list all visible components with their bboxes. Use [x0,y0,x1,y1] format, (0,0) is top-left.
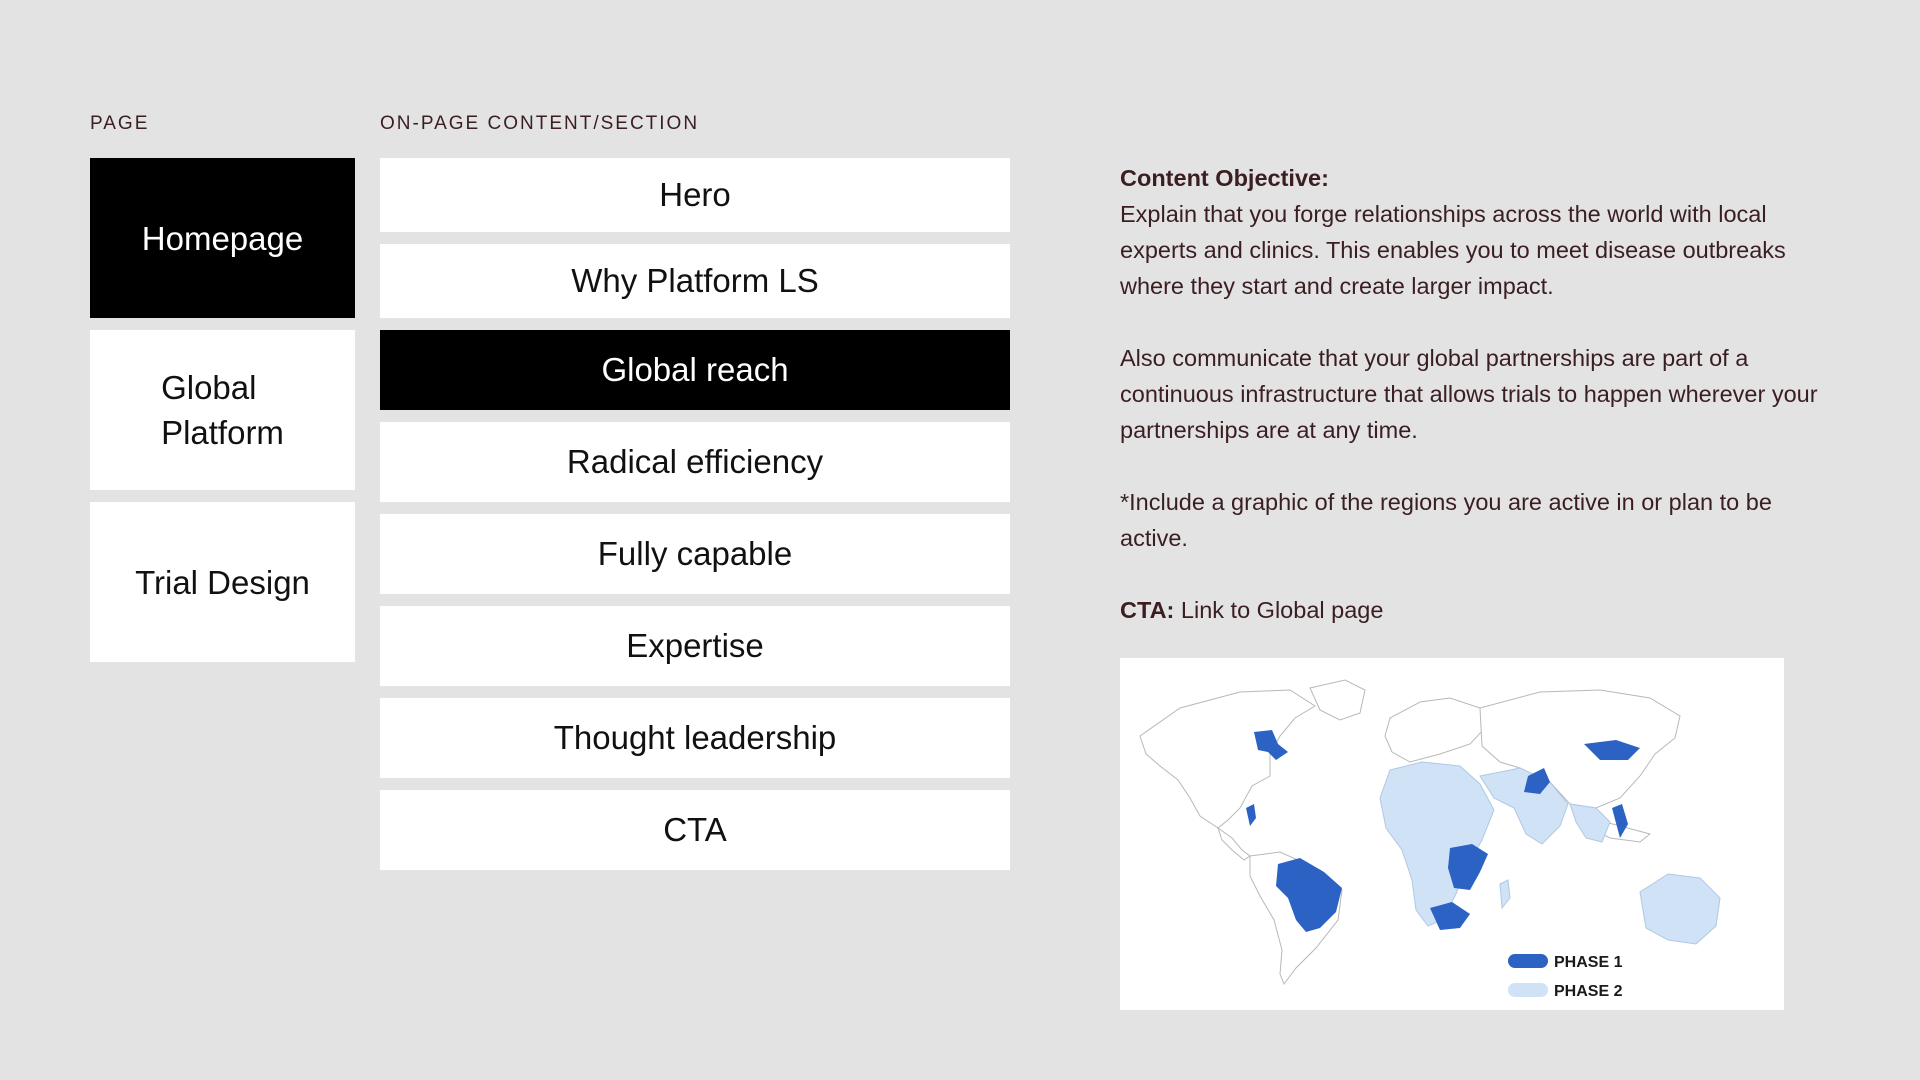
page-card-label: Homepage [141,219,304,257]
australia-phase-2 [1639,873,1721,945]
cta-label: CTA: [1120,597,1175,623]
section-global-reach[interactable]: Global reach [380,330,1010,410]
central-africa-phase-1 [1448,844,1488,890]
section-cta[interactable]: CTA [380,790,1010,870]
legend-label-phase-1: PHASE 1 [1554,954,1623,971]
section-label: Fully capable [597,535,793,572]
southeast-asia-phase-2 [1569,803,1611,843]
objective-paragraph-1: Explain that you forge relationships acr… [1120,201,1786,299]
madagascar-phase-2 [1499,879,1511,910]
greenland-outline [1309,679,1366,721]
legend-swatch-phase-2 [1508,983,1548,997]
section-thought-leadership[interactable]: Thought leadership [380,698,1010,778]
legend-label-phase-2: PHASE 2 [1554,983,1623,1000]
africa-phase-2 [1379,761,1495,927]
caribbean-phase-1 [1246,804,1256,826]
page-column-heading: PAGE [90,113,150,134]
section-label: Why Platform LS [571,262,819,299]
central-america-outline [1217,826,1251,861]
cta-text: Link to Global page [1174,597,1384,623]
page-card-homepage[interactable]: Homepage [90,158,355,318]
world-map: PHASE 1 PHASE 2 [1139,679,1721,1000]
section-expertise[interactable]: Expertise [380,606,1010,686]
section-column-heading: ON-PAGE CONTENT/SECTION [380,113,700,134]
world-map-graphic: PHASE 1 PHASE 2 [1120,658,1784,1010]
page-card-label: Trial Design [135,563,310,601]
objective-cta: CTA: Link to Global page [1120,592,1820,628]
section-label: Global reach [601,351,789,388]
north-america-outline [1139,689,1316,829]
section-radical-efficiency[interactable]: Radical efficiency [380,422,1010,502]
section-label: Hero [659,176,731,213]
objective-paragraph-3: *Include a graphic of the regions you ar… [1120,489,1772,551]
page-card-trial-design[interactable]: Trial Design [90,502,355,662]
objective-heading: Content Objective: [1120,165,1329,191]
section-fully-capable[interactable]: Fully capable [380,514,1010,594]
section-hero[interactable]: Hero [380,158,1010,232]
section-label: CTA [663,811,727,848]
europe-outline [1384,697,1486,763]
page-card-global-platform[interactable]: Global Platform [90,330,355,490]
content-objective: Content Objective: Explain that you forg… [1120,160,1820,628]
section-label: Expertise [626,627,764,664]
section-label: Thought leadership [553,719,837,756]
objective-paragraph-2: Also communicate that your global partne… [1120,345,1818,443]
page-card-label: Global Platform [161,369,284,451]
map-legend: PHASE 1 PHASE 2 [1508,954,1623,1000]
section-label: Radical efficiency [566,443,824,480]
legend-swatch-phase-1 [1508,954,1548,968]
section-why-platform-ls[interactable]: Why Platform LS [380,244,1010,318]
